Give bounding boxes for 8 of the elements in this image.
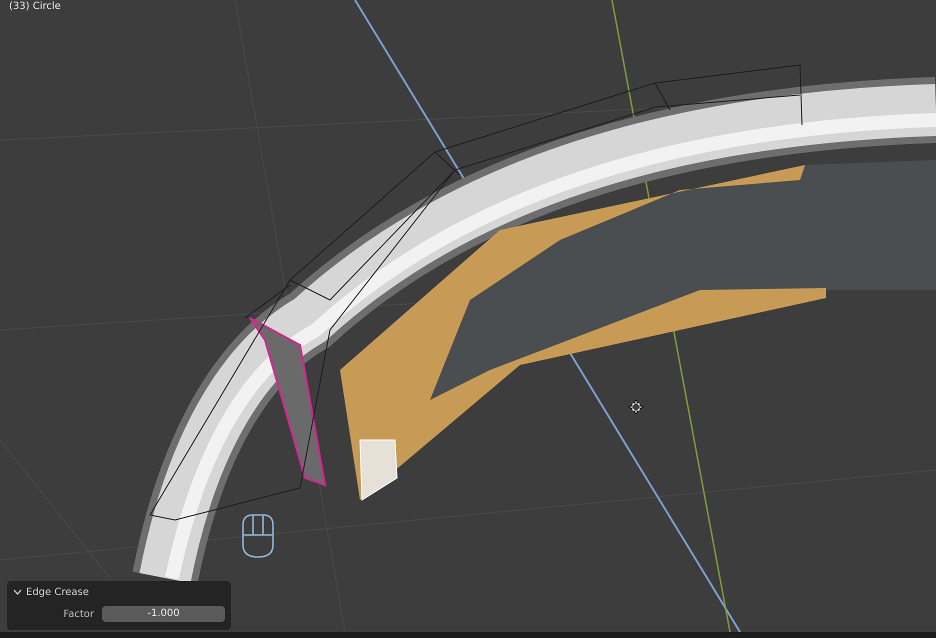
mouse-icon (242, 514, 274, 558)
number-field[interactable]: -1.000 (102, 606, 225, 622)
field-label: Factor (63, 608, 94, 620)
chevron-icon (13, 589, 22, 595)
3d-viewport[interactable]: (33) Circle Edge Crease Factor -1.000 (0, 0, 936, 632)
move-cursor-icon (628, 399, 644, 415)
panel-header[interactable]: Edge Crease (13, 585, 225, 599)
object-label: (33) Circle (9, 1, 61, 12)
